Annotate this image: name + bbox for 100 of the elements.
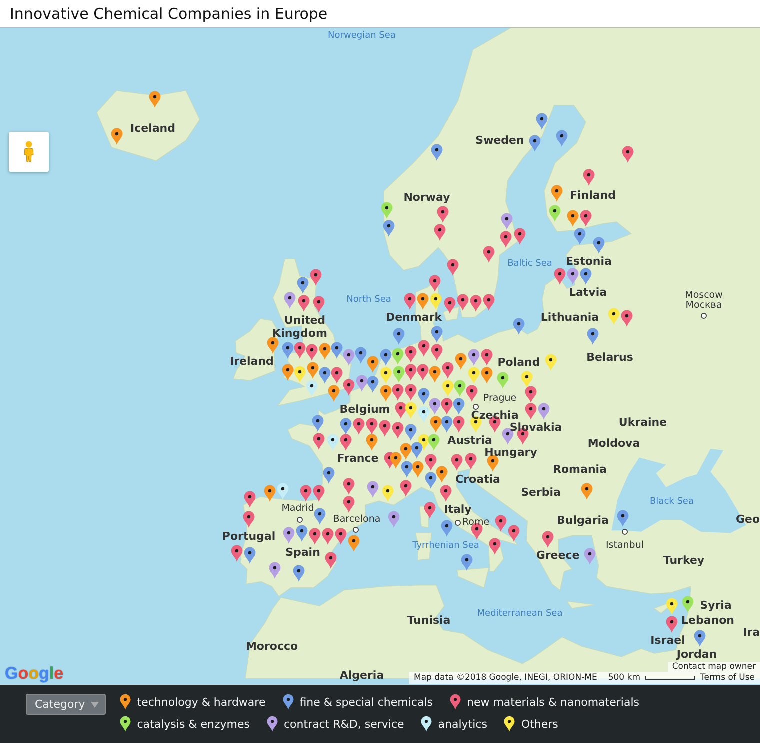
- map-pin-icon[interactable]: [335, 528, 346, 545]
- map-pin-icon[interactable]: [322, 528, 334, 544]
- map-pin-icon[interactable]: [390, 452, 402, 469]
- map-pin-icon[interactable]: [454, 380, 466, 397]
- map-pin-icon[interactable]: [470, 296, 482, 312]
- map-pin-icon[interactable]: [587, 328, 599, 346]
- map-pin-icon[interactable]: [457, 294, 469, 312]
- map-pin-icon[interactable]: [326, 552, 337, 570]
- map-pin-icon[interactable]: [608, 308, 620, 326]
- map-pin-icon[interactable]: [442, 362, 454, 379]
- map-pin-icon[interactable]: [312, 415, 324, 432]
- map-pin-icon[interactable]: [111, 128, 123, 146]
- map-pin-icon[interactable]: [392, 422, 404, 440]
- map-pin-icon[interactable]: [319, 344, 330, 360]
- map-pin-icon[interactable]: [388, 511, 400, 528]
- map-pin-icon[interactable]: [348, 535, 360, 552]
- map-pin-icon[interactable]: [453, 416, 465, 433]
- map-pin-icon[interactable]: [481, 367, 493, 384]
- map[interactable]: [0, 28, 760, 743]
- map-pin-icon[interactable]: [392, 348, 404, 366]
- map-pin-icon[interactable]: [342, 349, 354, 366]
- map-pin-icon[interactable]: [400, 443, 412, 460]
- map-pin-icon[interactable]: [282, 342, 294, 359]
- map-pin-icon[interactable]: [424, 454, 436, 471]
- map-pin-icon[interactable]: [380, 385, 392, 402]
- map-pin-icon[interactable]: [284, 292, 296, 310]
- map-pin-icon[interactable]: [525, 403, 537, 420]
- map-pin-icon[interactable]: [294, 366, 306, 383]
- map-pin-icon[interactable]: [383, 220, 395, 237]
- map-pin-icon[interactable]: [294, 342, 306, 359]
- map-pin-icon[interactable]: [340, 434, 352, 451]
- map-pin-icon[interactable]: [514, 228, 526, 246]
- map-pin-icon[interactable]: [581, 483, 593, 500]
- map-pin-icon[interactable]: [450, 454, 462, 471]
- map-pin-icon[interactable]: [310, 269, 322, 286]
- map-pin-icon[interactable]: [502, 213, 514, 230]
- map-pin-icon[interactable]: [453, 398, 465, 415]
- map-pin-icon[interactable]: [244, 512, 255, 528]
- map-pin-icon[interactable]: [394, 328, 406, 346]
- map-pin-icon[interactable]: [490, 538, 502, 556]
- map-pin-icon[interactable]: [432, 144, 444, 161]
- map-pin-icon[interactable]: [438, 206, 450, 223]
- terms-link[interactable]: Terms of Use: [700, 673, 755, 683]
- map-pin-icon[interactable]: [356, 375, 368, 392]
- map-pin-icon[interactable]: [312, 484, 324, 502]
- map-pin-icon[interactable]: [429, 275, 440, 292]
- map-pin-icon[interactable]: [417, 364, 429, 382]
- map-pin-icon[interactable]: [418, 406, 430, 424]
- map-pin-icon[interactable]: [666, 616, 678, 633]
- map-pin-icon[interactable]: [300, 484, 312, 502]
- map-pin-icon[interactable]: [283, 527, 294, 544]
- map-pin-icon[interactable]: [530, 135, 542, 152]
- map-pin-icon[interactable]: [231, 545, 242, 562]
- map-pin-icon[interactable]: [617, 510, 628, 527]
- map-pin-icon[interactable]: [442, 398, 453, 415]
- map-pin-icon[interactable]: [583, 169, 595, 186]
- map-pin-icon[interactable]: [314, 508, 326, 525]
- map-pin-icon[interactable]: [428, 434, 440, 451]
- map-pin-icon[interactable]: [404, 293, 416, 310]
- map-pin-icon[interactable]: [343, 379, 355, 396]
- map-pin-icon[interactable]: [580, 210, 592, 227]
- map-pin-icon[interactable]: [400, 480, 412, 497]
- map-pin-icon[interactable]: [447, 259, 459, 276]
- map-pin-icon[interactable]: [331, 342, 343, 359]
- map-pin-icon[interactable]: [574, 228, 586, 245]
- map-pin-icon[interactable]: [466, 385, 478, 402]
- map-pin-icon[interactable]: [622, 146, 634, 164]
- map-pin-icon[interactable]: [441, 520, 453, 538]
- map-pin-icon[interactable]: [392, 384, 404, 402]
- map-pin-icon[interactable]: [418, 293, 430, 310]
- map-pin-icon[interactable]: [382, 486, 394, 502]
- map-pin-icon[interactable]: [550, 205, 561, 222]
- map-pin-icon[interactable]: [381, 202, 393, 219]
- map-pin-icon[interactable]: [542, 531, 554, 548]
- map-pin-icon[interactable]: [694, 630, 706, 647]
- map-pin-icon[interactable]: [620, 310, 632, 328]
- map-pin-icon[interactable]: [405, 364, 417, 382]
- map-pin-icon[interactable]: [465, 453, 477, 470]
- map-pin-icon[interactable]: [393, 366, 405, 384]
- map-pin-icon[interactable]: [244, 491, 256, 508]
- map-pin-icon[interactable]: [432, 344, 444, 361]
- map-pin-icon[interactable]: [368, 356, 379, 373]
- map-pin-icon[interactable]: [444, 297, 456, 314]
- map-pin-icon[interactable]: [331, 367, 342, 384]
- map-pin-icon[interactable]: [536, 114, 548, 130]
- category-dropdown[interactable]: Category: [26, 694, 106, 715]
- map-pin-icon[interactable]: [568, 210, 579, 227]
- map-pin-icon[interactable]: [418, 388, 430, 406]
- map-pin-icon[interactable]: [430, 416, 442, 433]
- map-pin-icon[interactable]: [584, 548, 596, 566]
- map-pin-icon[interactable]: [306, 344, 318, 362]
- map-pin-icon[interactable]: [367, 482, 379, 498]
- map-pin-icon[interactable]: [395, 402, 407, 420]
- map-pin-icon[interactable]: [312, 296, 324, 313]
- map-pin-icon[interactable]: [380, 367, 392, 384]
- map-pin-icon[interactable]: [380, 349, 392, 366]
- map-pin-icon[interactable]: [500, 231, 512, 248]
- map-pin-icon[interactable]: [440, 485, 452, 502]
- map-pin-icon[interactable]: [150, 91, 161, 108]
- map-pin-icon[interactable]: [429, 366, 441, 384]
